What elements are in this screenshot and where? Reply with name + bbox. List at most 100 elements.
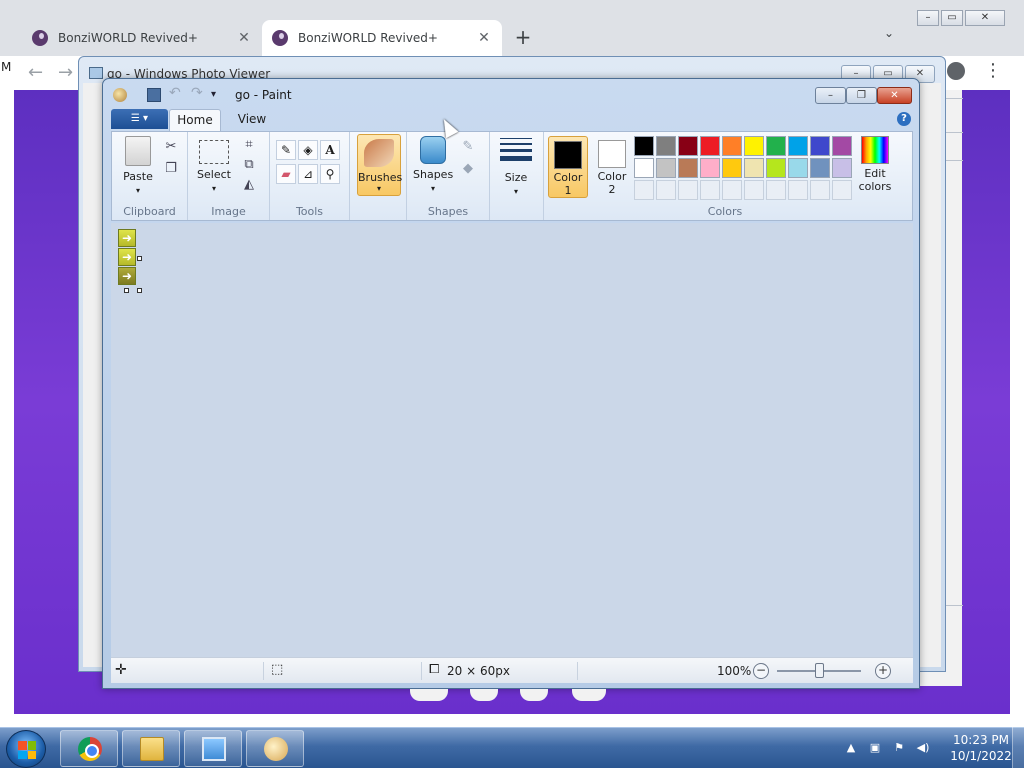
zoom-out-button[interactable]: − [753, 663, 769, 679]
palette-swatch[interactable] [678, 136, 698, 156]
palette-swatch-empty[interactable] [744, 180, 764, 200]
palette-swatch[interactable] [832, 136, 852, 156]
close-button[interactable]: ✕ [877, 87, 912, 104]
palette-swatch[interactable] [634, 136, 654, 156]
palette-swatch-empty[interactable] [810, 180, 830, 200]
profile-avatar-icon[interactable] [947, 62, 965, 80]
image-canvas[interactable]: ➜ ➜ ➜ [117, 228, 137, 288]
brushes-button[interactable]: Brushes ▾ [357, 134, 402, 196]
action-center-flag-icon[interactable]: ⚑ [892, 741, 906, 755]
chrome-menu-icon[interactable]: ⋮ [984, 60, 1002, 81]
tab-close-icon[interactable]: ✕ [236, 30, 252, 46]
browser-tab-1[interactable]: BonziWORLD Revived+ ✕ [22, 20, 262, 56]
eraser-icon[interactable]: ▰ [276, 164, 296, 184]
clipboard-group: Paste ▾ ✂ ❐ Clipboard [112, 132, 188, 220]
copy-icon[interactable]: ❐ [162, 160, 180, 178]
select-button[interactable]: Select ▾ [194, 136, 234, 194]
palette-swatch-empty[interactable] [832, 180, 852, 200]
zoom-in-button[interactable]: + [875, 663, 891, 679]
palette-swatch[interactable] [722, 158, 742, 178]
resize-icon[interactable]: ⧉ [240, 156, 258, 174]
minimize-button[interactable]: – [815, 87, 846, 104]
ribbon-tabs: ☰ ▾ Home View ? [111, 109, 913, 131]
resize-handle[interactable] [137, 288, 142, 293]
palette-swatch[interactable] [788, 158, 808, 178]
palette-swatch[interactable] [656, 158, 676, 178]
palette-swatch[interactable] [722, 136, 742, 156]
palette-swatch[interactable] [832, 158, 852, 178]
cut-icon[interactable]: ✂ [162, 138, 180, 156]
palette-swatch[interactable] [656, 136, 676, 156]
pencil-icon[interactable]: ✎ [276, 140, 296, 160]
taskbar-photo-viewer[interactable] [184, 730, 242, 767]
palette-swatch-empty[interactable] [634, 180, 654, 200]
volume-icon[interactable]: ◀) [916, 741, 930, 755]
select-icon [199, 140, 229, 164]
maximize-button[interactable]: ▭ [941, 10, 963, 26]
rotate-icon[interactable]: ◭ [240, 176, 258, 194]
save-icon[interactable] [147, 88, 161, 102]
tab-search-chevron-icon[interactable]: ⌄ [884, 26, 894, 40]
palette-swatch[interactable] [678, 158, 698, 178]
close-button[interactable]: ✕ [965, 10, 1005, 26]
tab-close-icon[interactable]: ✕ [476, 30, 492, 46]
network-icon[interactable]: ▣ [868, 741, 882, 755]
arrow-right-icon: ➜ [118, 267, 136, 285]
color2-button[interactable]: Color 2 [592, 136, 632, 198]
resize-handle[interactable] [124, 288, 129, 293]
taskbar-chrome[interactable] [60, 730, 118, 767]
palette-swatch[interactable] [810, 136, 830, 156]
palette-swatch-empty[interactable] [700, 180, 720, 200]
magnifier-icon[interactable]: ⚲ [320, 164, 340, 184]
paint-app-icon[interactable] [113, 88, 127, 102]
show-hidden-icons-icon[interactable]: ▲ [844, 741, 858, 755]
redo-icon[interactable]: ↷ [191, 85, 205, 101]
edit-colors-label: Edit colors [858, 167, 892, 193]
palette-swatch[interactable] [788, 136, 808, 156]
color-picker-icon[interactable]: ⊿ [298, 164, 318, 184]
show-desktop-button[interactable] [1012, 727, 1024, 768]
clock[interactable]: 10:23 PM 10/1/2022 [946, 732, 1016, 764]
new-tab-button[interactable]: + [512, 25, 534, 49]
color1-button[interactable]: Color 1 [548, 136, 588, 198]
palette-swatch[interactable] [700, 158, 720, 178]
paste-button[interactable]: Paste ▾ [118, 136, 158, 196]
shapes-button[interactable]: Shapes ▾ [413, 136, 453, 194]
palette-swatch[interactable] [634, 158, 654, 178]
palette-swatch[interactable] [810, 158, 830, 178]
help-icon[interactable]: ? [897, 112, 911, 126]
palette-swatch-empty[interactable] [656, 180, 676, 200]
size-button[interactable]: Size ▾ [496, 138, 536, 197]
edit-colors-button[interactable]: Edit colors [854, 134, 896, 193]
palette-swatch-empty[interactable] [678, 180, 698, 200]
zoom-slider-thumb[interactable] [815, 663, 824, 678]
fill-shape-icon[interactable]: ◆ [459, 160, 477, 178]
browser-tab-2[interactable]: BonziWORLD Revived+ ✕ [262, 20, 502, 56]
resize-handle[interactable] [137, 256, 142, 261]
text-icon[interactable]: A [320, 140, 340, 160]
taskbar-paint[interactable] [246, 730, 304, 767]
fill-icon[interactable]: ◈ [298, 140, 318, 160]
palette-swatch[interactable] [744, 136, 764, 156]
palette-swatch[interactable] [766, 158, 786, 178]
undo-icon[interactable]: ↶ [169, 85, 183, 101]
crop-icon[interactable]: ⌗ [240, 136, 258, 154]
palette-swatch-empty[interactable] [766, 180, 786, 200]
forward-arrow-icon[interactable]: → [58, 62, 73, 83]
quick-access-dropdown-icon[interactable]: ▾ [211, 89, 225, 103]
palette-swatch[interactable] [766, 136, 786, 156]
palette-swatch-empty[interactable] [788, 180, 808, 200]
taskbar-explorer[interactable] [122, 730, 180, 767]
palette-swatch-empty[interactable] [722, 180, 742, 200]
tab-view[interactable]: View [231, 109, 273, 131]
palette-swatch[interactable] [744, 158, 764, 178]
tab-home[interactable]: Home [169, 109, 221, 131]
start-button[interactable] [6, 730, 46, 768]
maximize-button[interactable]: ❐ [846, 87, 877, 104]
minimize-button[interactable]: – [917, 10, 939, 26]
canvas-area[interactable]: ➜ ➜ ➜ [111, 223, 913, 657]
outline-icon[interactable]: ✎ [459, 138, 477, 156]
paint-menu-button[interactable]: ☰ ▾ [111, 109, 168, 129]
palette-swatch[interactable] [700, 136, 720, 156]
back-arrow-icon[interactable]: ← [28, 62, 43, 83]
